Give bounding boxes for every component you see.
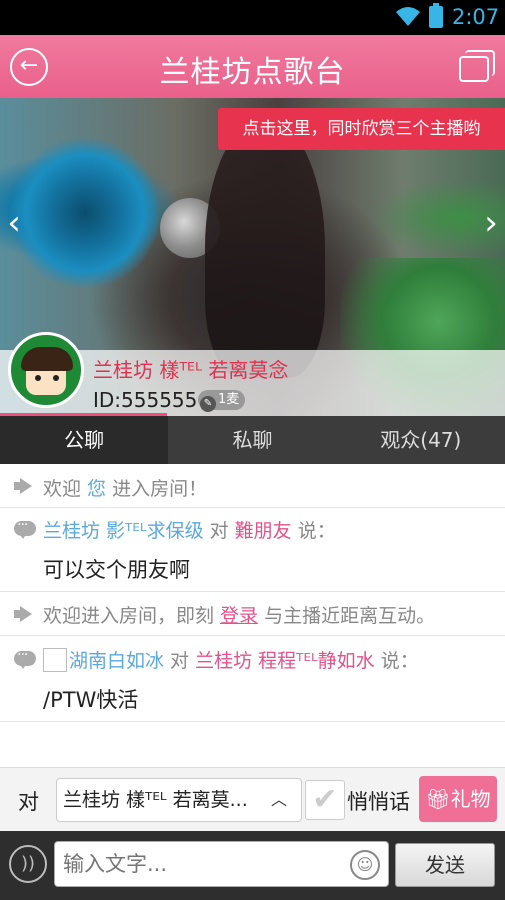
chevron-up-icon: ︿: [270, 790, 287, 809]
login-link[interactable]: 登录: [220, 605, 258, 627]
voice-icon[interactable]: )): [9, 845, 47, 883]
chat-header: 兰桂坊 影ᵀᴱᴸ求保级 对 難朋友 说：: [43, 520, 336, 542]
chat-text: 可以交个朋友啊: [43, 558, 190, 582]
chat-text: /PTW快活: [43, 688, 139, 712]
recipient-name[interactable]: 兰桂坊 程程ᵀᴱᴸ静如水: [195, 650, 375, 672]
chat-tabs: 公聊 私聊 观众(47): [0, 416, 505, 464]
list-item: 欢迎进入房间，即刻 登录 与主播近距离互动。: [0, 592, 505, 636]
tab-public-chat[interactable]: 公聊: [0, 416, 169, 464]
list-item: 兰桂坊 影ᵀᴱᴸ求保级 对 難朋友 说： 可以交个朋友啊: [0, 508, 505, 592]
megaphone-icon: [14, 477, 36, 495]
recipient-select[interactable]: 兰桂坊 樣ᵀᴱᴸ 若离莫... ︿: [56, 778, 302, 822]
mic-badge: ✎ 1麦: [198, 390, 246, 412]
host-name[interactable]: 兰桂坊 樣ᵀᴱᴸ 若离莫念: [93, 354, 288, 383]
sender-name[interactable]: 湖南白如冰: [69, 650, 164, 672]
chat-list[interactable]: 欢迎 您 进入房间！ 兰桂坊 影ᵀᴱᴸ求保级 对 難朋友 说： 可以交个朋友啊 …: [0, 464, 505, 767]
system-message: 欢迎进入房间，即刻 登录 与主播近距离互动。: [43, 605, 436, 627]
multi-window-icon[interactable]: [459, 50, 497, 84]
mic-badge-label: 1麦: [218, 392, 240, 407]
recipient-bar: 对 兰桂坊 樣ᵀᴱᴸ 若离莫... ︿ ✔ 悄悄话 🎁︎礼物: [0, 767, 505, 831]
chat-header: 湖南白如冰 对 兰桂坊 程程ᵀᴱᴸ静如水 说：: [43, 646, 419, 673]
status-bar: 2:07: [0, 0, 505, 35]
video-frame-host: [205, 118, 325, 378]
user-name[interactable]: 您: [87, 478, 106, 500]
tab-private-chat[interactable]: 私聊: [168, 416, 336, 464]
list-item: 湖南白如冰 对 兰桂坊 程程ᵀᴱᴸ静如水 说： /PTW快活: [0, 636, 505, 722]
gift-icon: 🎁︎: [425, 787, 451, 811]
tab-audience[interactable]: 观众(47): [337, 416, 505, 464]
user-level-icon: [43, 648, 67, 672]
sender-name[interactable]: 兰桂坊 影ᵀᴱᴸ求保级: [43, 520, 204, 542]
to-label: 对: [18, 790, 39, 814]
system-message: 欢迎 您 进入房间！: [43, 478, 208, 500]
emoji-icon[interactable]: ☺: [350, 850, 380, 880]
recipient-name[interactable]: 難朋友: [235, 520, 292, 542]
multi-host-promo-button[interactable]: 点击这里，同时欣赏三个主播哟: [218, 108, 505, 150]
battery-icon: [429, 3, 443, 28]
list-item: 欢迎 您 进入房间！: [0, 464, 505, 508]
clock: 2:07: [452, 5, 500, 29]
whisper-label[interactable]: 悄悄话: [347, 786, 410, 816]
video-frame-flower: [10, 138, 160, 288]
host-id: ID:555555: [93, 388, 198, 412]
recipient-value: 兰桂坊 樣ᵀᴱᴸ 若离莫...: [63, 789, 248, 811]
wifi-icon: [396, 7, 420, 26]
gift-label: 礼物: [450, 787, 491, 811]
gift-button[interactable]: 🎁︎礼物: [419, 776, 497, 822]
input-bar: )) ☺ 发送: [0, 831, 505, 900]
chat-bubble-icon: [14, 647, 36, 669]
host-avatar[interactable]: [8, 332, 84, 408]
title-bar: ← 兰桂坊点歌台: [0, 35, 505, 98]
chat-bubble-icon: [14, 517, 36, 539]
megaphone-icon: [14, 605, 36, 623]
mic-pen-icon: ✎: [200, 396, 216, 412]
message-input[interactable]: [54, 841, 389, 887]
chevron-right-icon[interactable]: ›: [477, 203, 505, 243]
page-title: 兰桂坊点歌台: [159, 55, 346, 90]
whisper-checkbox[interactable]: ✔: [305, 780, 345, 820]
send-button[interactable]: 发送: [395, 843, 495, 887]
chevron-left-icon[interactable]: ‹: [0, 203, 28, 243]
